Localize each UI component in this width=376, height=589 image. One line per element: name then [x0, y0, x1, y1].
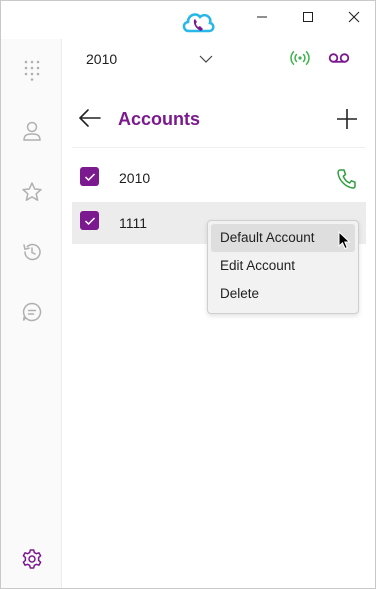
phone-icon[interactable]	[336, 168, 356, 195]
page-title: Accounts	[118, 109, 201, 129]
menu-item-delete[interactable]: Delete	[211, 280, 355, 308]
chat-icon[interactable]	[19, 299, 45, 325]
account-label: 2010	[119, 170, 151, 186]
menu-item-default-account[interactable]: Default Account	[211, 224, 355, 252]
mouse-cursor-icon	[338, 230, 351, 255]
history-icon[interactable]	[19, 239, 45, 265]
account-checkbox[interactable]	[80, 167, 99, 186]
menu-item-edit-account[interactable]: Edit Account	[211, 252, 355, 280]
maximize-button[interactable]	[285, 3, 331, 31]
settings-icon[interactable]	[19, 546, 45, 572]
dialpad-icon[interactable]	[19, 57, 45, 83]
close-button[interactable]	[331, 3, 376, 31]
header-bar: 2010	[63, 39, 375, 81]
voicemail-icon[interactable]	[328, 51, 350, 70]
connection-status-icon	[289, 50, 311, 71]
favorites-icon[interactable]	[19, 179, 45, 205]
divider	[72, 147, 366, 148]
account-label: 1111	[119, 215, 148, 231]
contacts-icon[interactable]	[19, 118, 45, 144]
back-arrow-icon[interactable]	[78, 108, 102, 133]
cloud-phone-logo-icon	[180, 7, 216, 41]
account-row[interactable]: 2010	[72, 158, 366, 200]
add-account-button[interactable]	[336, 108, 358, 135]
chevron-down-icon[interactable]	[199, 51, 213, 69]
account-checkbox[interactable]	[80, 211, 99, 230]
title-bar	[1, 1, 375, 39]
sidebar	[1, 39, 62, 588]
context-menu: Default Account Edit Account Delete	[207, 220, 359, 314]
minimize-button[interactable]	[239, 3, 285, 31]
accounts-header: Accounts	[63, 97, 375, 143]
app-window: 2010 Accounts 2010 1111 Default Account …	[0, 0, 376, 589]
account-selector[interactable]: 2010	[86, 51, 117, 67]
